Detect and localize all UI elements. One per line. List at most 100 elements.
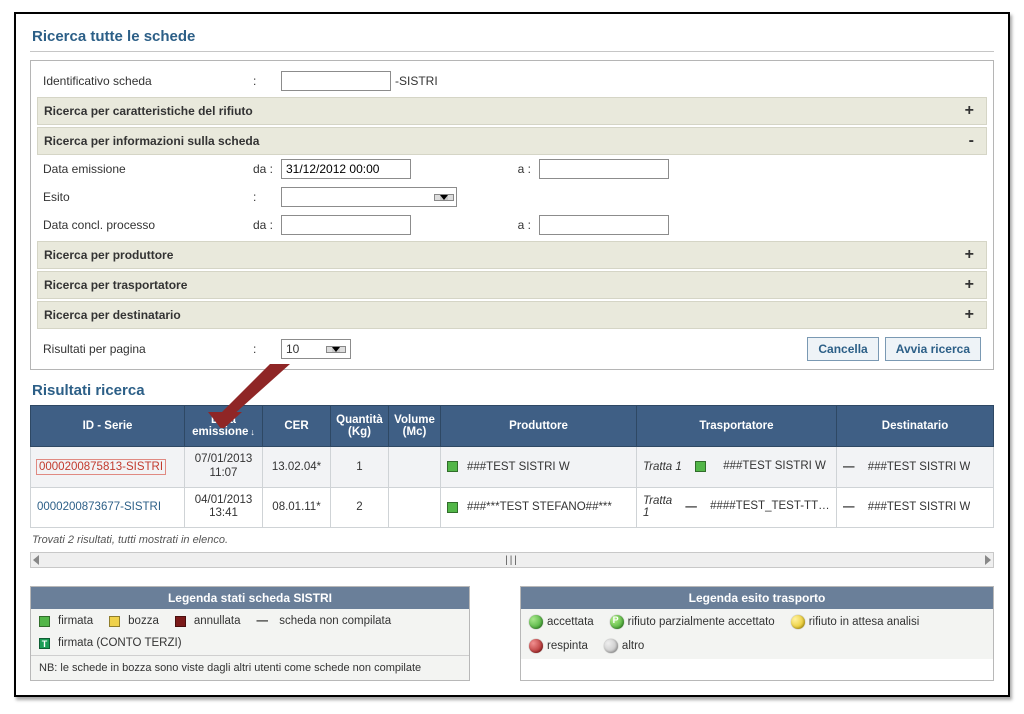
band-info[interactable]: Ricerca per informazioni sulla scheda -	[37, 127, 987, 155]
perpage-row: Risultati per pagina : 10 Cancella Avvia…	[37, 333, 987, 365]
col-prod[interactable]: Produttore	[441, 406, 637, 447]
band-dest-label: Ricerca per destinatario	[44, 308, 181, 322]
id-row: Identificativo scheda : -SISTRI	[37, 67, 987, 95]
perpage-value: 10	[286, 342, 299, 356]
row-qta: 1	[331, 447, 389, 488]
scroll-track: |||	[39, 555, 985, 566]
id-input[interactable]	[281, 71, 391, 91]
esito-row: Esito :	[37, 183, 987, 211]
legend-contoterzi: Tfirmata (CONTO TERZI)	[39, 637, 461, 649]
processo-a-input[interactable]	[539, 215, 669, 235]
col-vol[interactable]: Volume (Mc)	[389, 406, 441, 447]
legend-accettata: accettata	[529, 615, 594, 629]
colon: :	[253, 342, 281, 356]
data-emissione-row: Data emissione da : a :	[37, 155, 987, 183]
legend-esito-title: Legenda esito trasporto	[521, 587, 993, 609]
band-produttore[interactable]: Ricerca per produttore +	[37, 241, 987, 269]
table-row: 0000200873677-SISTRI 04/01/201313:4108.01…	[31, 487, 994, 528]
cancel-button[interactable]: Cancella	[807, 337, 878, 361]
id-label: Identificativo scheda	[43, 74, 253, 88]
collapse-icon: -	[963, 132, 980, 150]
legend-bozza: bozza	[109, 615, 159, 627]
sort-desc-icon: ↓	[250, 427, 255, 437]
colon: :	[253, 190, 281, 204]
legend-altro: altro	[604, 639, 644, 653]
col-qta[interactable]: Quantità (Kg)	[331, 406, 389, 447]
processo-label: Data concl. processo	[43, 218, 253, 232]
band-rifiuto[interactable]: Ricerca per caratteristiche del rifiuto …	[37, 97, 987, 125]
legend-stati-title: Legenda stati scheda SISTRI	[31, 587, 469, 609]
band-info-label: Ricerca per informazioni sulla scheda	[44, 134, 259, 148]
processo-da-input[interactable]	[281, 215, 411, 235]
da-label: da :	[253, 218, 281, 232]
page-frame: Ricerca tutte le schede Identificativo s…	[14, 12, 1010, 697]
expand-icon: +	[959, 102, 980, 120]
table-row: 0000200875813-SISTRI 07/01/201311:0713.02…	[31, 447, 994, 488]
row-dest: — ###TEST SISTRI W	[843, 461, 987, 473]
results-count: Trovati 2 risultati, tutti mostrati in e…	[30, 528, 994, 552]
band-trasportatore[interactable]: Ricerca per trasportatore +	[37, 271, 987, 299]
row-qta: 2	[331, 487, 389, 528]
a-label: a :	[501, 162, 531, 176]
esito-select[interactable]	[281, 187, 457, 207]
status-square-icon	[447, 461, 458, 472]
expand-icon: +	[959, 306, 980, 324]
page-title: Ricerca tutte le schede	[30, 22, 994, 52]
scroll-right-icon	[985, 555, 991, 565]
band-prod-label: Ricerca per produttore	[44, 248, 173, 262]
col-trasp[interactable]: Trasportatore	[637, 406, 837, 447]
status-square-icon	[695, 461, 706, 472]
chevron-down-icon	[440, 195, 448, 200]
legend-firmata: firmata	[39, 615, 93, 627]
row-prod: ###***TEST STEFANO##***	[447, 501, 630, 513]
row-trasp: Tratta 1 ###TEST SISTRI W	[643, 460, 830, 474]
band-rifiuto-label: Ricerca per caratteristiche del rifiuto	[44, 104, 253, 118]
row-prod: ###TEST SISTRI W	[447, 461, 630, 473]
a-label: a :	[501, 218, 531, 232]
row-dest: — ###TEST SISTRI W	[843, 501, 987, 513]
data-emiss-da-input[interactable]	[281, 159, 411, 179]
legend-parziale: rifiuto parzialmente accettato	[610, 615, 775, 629]
esito-label: Esito	[43, 190, 253, 204]
row-id-link[interactable]: 0000200875813-SISTRI	[37, 460, 165, 474]
legends: Legenda stati scheda SISTRI firmata bozz…	[30, 586, 994, 681]
search-panel: Identificativo scheda : -SISTRI Ricerca …	[30, 60, 994, 370]
da-label: da :	[253, 162, 281, 176]
data-emiss-a-input[interactable]	[539, 159, 669, 179]
row-date: 04/01/201313:41	[185, 487, 263, 528]
results-title: Risultati ricerca	[30, 370, 994, 405]
perpage-label: Risultati per pagina	[43, 342, 253, 356]
id-suffix: -SISTRI	[395, 74, 438, 88]
legend-respinta: respinta	[529, 639, 588, 653]
col-data[interactable]: Data emissione↓	[185, 406, 263, 447]
status-square-icon	[447, 502, 458, 513]
results-table: ID - Serie Data emissione↓ CER Quantità …	[30, 405, 994, 528]
horizontal-scrollbar[interactable]: |||	[30, 552, 994, 568]
row-cer: 08.01.11*	[263, 487, 331, 528]
expand-icon: +	[959, 276, 980, 294]
col-cer[interactable]: CER	[263, 406, 331, 447]
col-id[interactable]: ID - Serie	[31, 406, 185, 447]
legend-esito: Legenda esito trasporto accettata rifiut…	[520, 586, 994, 681]
legend-attesa: rifiuto in attesa analisi	[791, 615, 920, 629]
colon: :	[253, 74, 281, 88]
legend-nb: NB: le schede in bozza sono viste dagli …	[31, 655, 469, 680]
expand-icon: +	[959, 246, 980, 264]
row-cer: 13.02.04*	[263, 447, 331, 488]
band-trasp-label: Ricerca per trasportatore	[44, 278, 187, 292]
legend-stati: Legenda stati scheda SISTRI firmata bozz…	[30, 586, 470, 681]
legend-noncomp: — scheda non compilata	[257, 615, 392, 627]
band-destinatario[interactable]: Ricerca per destinatario +	[37, 301, 987, 329]
row-date: 07/01/201311:07	[185, 447, 263, 488]
row-trasp: Tratta 1 — ####TEST_TEST-TTRA IACONA	[643, 495, 830, 519]
data-emiss-label: Data emissione	[43, 162, 253, 176]
perpage-select[interactable]: 10	[281, 339, 351, 359]
row-id-link[interactable]: 0000200873677-SISTRI	[37, 501, 161, 513]
row-vol	[389, 447, 441, 488]
row-vol	[389, 487, 441, 528]
processo-row: Data concl. processo da : a :	[37, 211, 987, 239]
col-dest[interactable]: Destinatario	[837, 406, 994, 447]
search-button[interactable]: Avvia ricerca	[885, 337, 981, 361]
chevron-down-icon	[332, 347, 340, 352]
legend-annullata: annullata	[175, 615, 241, 627]
